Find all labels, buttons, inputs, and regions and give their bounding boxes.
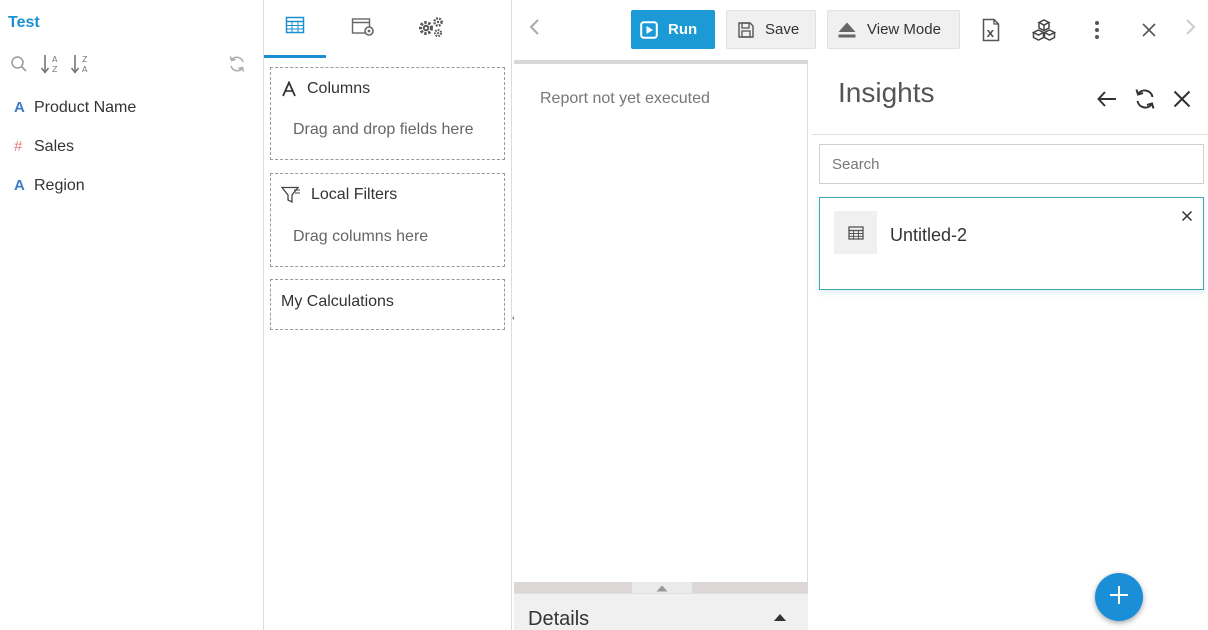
close-icon[interactable] [1167, 84, 1197, 114]
details-bar[interactable]: Details [514, 593, 808, 630]
chevron-left-icon[interactable] [521, 13, 549, 41]
run-label: Run [668, 21, 698, 38]
text-type-icon [281, 81, 297, 97]
insights-search-input[interactable] [819, 144, 1204, 184]
my-calculations-title: My Calculations [281, 293, 394, 310]
refresh-icon[interactable] [226, 52, 248, 76]
text-type-icon: A [14, 99, 25, 116]
close-icon[interactable] [1179, 208, 1195, 224]
field-label: Product Name [34, 98, 137, 116]
plus-icon [1108, 584, 1130, 611]
insights-panel: Insights Untitled-2 [812, 60, 1208, 630]
report-toolbar: Run Save View Mode X [513, 0, 1208, 60]
excel-export-icon[interactable]: X [977, 16, 1005, 44]
svg-text:A: A [82, 65, 88, 74]
filter-icon [281, 186, 301, 204]
search-icon[interactable] [8, 52, 30, 76]
save-icon [737, 21, 755, 39]
eject-icon [837, 21, 857, 39]
field-item-sales[interactable]: # Sales [0, 127, 263, 166]
columns-drop-zone[interactable]: Columns Drag and drop fields here [270, 67, 505, 160]
local-filters-drop-zone[interactable]: Local Filters Drag columns here [270, 173, 505, 267]
details-label: Details [528, 608, 590, 630]
run-button[interactable]: Run [631, 10, 715, 49]
chevron-right-icon[interactable] [1176, 13, 1204, 41]
tab-advanced-settings[interactable] [400, 0, 462, 58]
svg-text:A: A [52, 55, 58, 64]
tab-columns-layout[interactable] [264, 0, 326, 58]
svg-text:Z: Z [82, 55, 88, 64]
table-icon [285, 16, 305, 39]
svg-text:Z: Z [52, 65, 58, 74]
local-filters-title: Local Filters [311, 186, 398, 203]
details-splitter[interactable] [514, 582, 808, 593]
arrow-back-icon[interactable] [1092, 84, 1122, 114]
insights-divider [812, 134, 1208, 135]
table-icon [834, 211, 877, 254]
more-vertical-icon[interactable] [1083, 16, 1111, 44]
columns-hint: Drag and drop fields here [293, 121, 474, 138]
report-config-panel: Columns Drag and drop fields here Local … [264, 0, 512, 630]
number-type-icon: # [14, 138, 23, 155]
field-label: Sales [34, 137, 75, 155]
local-filters-hint: Drag columns here [293, 228, 429, 245]
caret-up-icon[interactable] [774, 614, 786, 621]
close-icon[interactable] [1135, 16, 1163, 44]
view-mode-label: View Mode [867, 21, 941, 38]
report-status-text: Report not yet executed [540, 90, 710, 107]
sort-za-icon[interactable]: ZA [70, 52, 92, 76]
cubes-icon[interactable] [1030, 16, 1058, 44]
play-icon [640, 20, 658, 39]
datasource-title[interactable]: Test [8, 14, 40, 32]
gears-icon [417, 16, 445, 43]
field-panel: Test AZ ZA A Product Name # Sales A Regi… [0, 0, 264, 630]
insight-card[interactable]: Untitled-2 [819, 197, 1204, 290]
columns-title: Columns [307, 80, 371, 97]
add-insight-button[interactable] [1095, 573, 1143, 621]
config-tabs [264, 0, 512, 58]
field-list: A Product Name # Sales A Region [0, 88, 263, 205]
view-mode-button[interactable]: View Mode [827, 10, 960, 49]
svg-text:X: X [987, 29, 995, 40]
text-type-icon: A [14, 177, 25, 194]
insight-card-name: Untitled-2 [890, 225, 968, 245]
save-button[interactable]: Save [726, 10, 816, 49]
insights-title: Insights [838, 77, 935, 108]
report-canvas: Report not yet executed Details [514, 60, 808, 630]
splitter-grip[interactable] [632, 582, 692, 593]
save-label: Save [765, 21, 800, 38]
window-settings-icon [351, 17, 375, 42]
my-calculations-section[interactable]: My Calculations [270, 279, 505, 330]
tab-report-settings[interactable] [332, 0, 394, 58]
sort-az-icon[interactable]: AZ [40, 52, 62, 76]
field-item-product-name[interactable]: A Product Name [0, 88, 263, 127]
field-item-region[interactable]: A Region [0, 166, 263, 205]
refresh-icon[interactable] [1130, 84, 1160, 114]
field-toolbar: AZ ZA [8, 52, 252, 76]
field-label: Region [34, 176, 85, 194]
